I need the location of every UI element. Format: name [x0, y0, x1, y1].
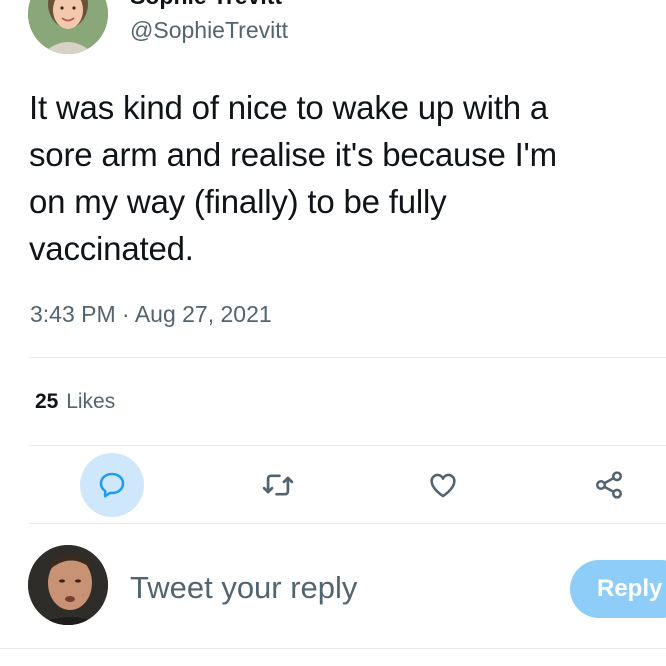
share-icon — [596, 471, 622, 499]
author-display-name[interactable]: Sophie Trevitt — [130, 0, 282, 10]
author-handle[interactable]: @SophieTrevitt — [130, 17, 288, 44]
share-button[interactable] — [577, 453, 641, 517]
divider — [29, 445, 666, 446]
tweet-text-line: It was kind of nice to wake up with a — [29, 89, 549, 126]
heart-icon — [430, 473, 456, 498]
likes-stat[interactable]: 25 Likes — [35, 390, 115, 414]
like-button[interactable] — [411, 453, 475, 517]
tweet-timestamp[interactable]: 3:43 PM · Aug 27, 2021 — [30, 301, 272, 328]
divider — [29, 357, 666, 358]
divider — [29, 523, 666, 524]
comment-bubble-icon — [99, 472, 125, 498]
likes-label: Likes — [66, 390, 116, 413]
reply-button[interactable] — [80, 453, 144, 517]
reply-submit-button[interactable]: Reply — [570, 560, 666, 618]
tweet-detail-page: Sophie Trevitt @SophieTrevitt It was kin… — [0, 0, 666, 666]
author-avatar[interactable] — [28, 0, 108, 54]
tweet-text-line: on my way (finally) to be fully — [29, 183, 447, 220]
retweet-button[interactable] — [246, 453, 310, 517]
user-avatar-image — [28, 545, 108, 625]
tweet-text-line: vaccinated. — [29, 230, 194, 267]
divider — [0, 648, 666, 649]
user-avatar[interactable] — [28, 545, 108, 625]
reply-input[interactable] — [130, 566, 550, 610]
author-avatar-image — [28, 0, 108, 54]
tweet-text: It was kind of nice to wake up with a so… — [29, 84, 659, 272]
retweet-icon — [262, 474, 294, 496]
tweet-text-line: sore arm and realise it's because I'm — [29, 136, 557, 173]
likes-count: 25 — [35, 390, 59, 413]
